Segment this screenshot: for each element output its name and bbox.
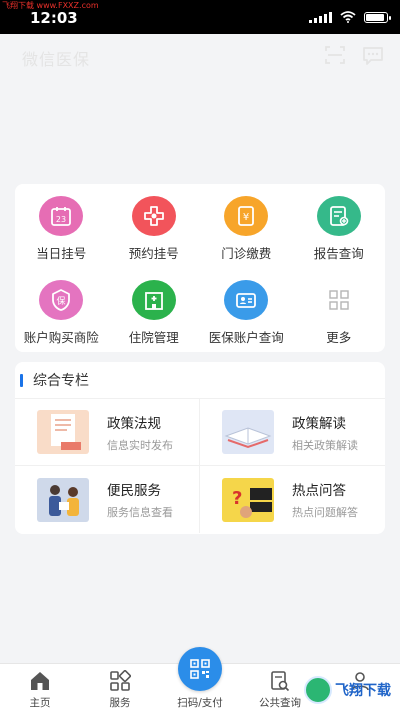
service-label: 报告查询	[313, 246, 364, 261]
column-item-subtitle: 服务信息查看	[107, 506, 173, 519]
accent-bar	[20, 373, 23, 387]
service-outpatient-payment[interactable]: ¥ 门诊缴费	[200, 184, 293, 268]
service-label: 医保账户查询	[208, 330, 284, 345]
column-text: 政策法规 信息实时发布	[107, 412, 173, 453]
column-item-subtitle: 信息实时发布	[107, 438, 173, 452]
column-item-title: 政策法规	[107, 415, 161, 432]
service-grid: 23 当日挂号 预约挂号 ¥ 门诊缴费 报告查询 保 账户购买商险 住院管理 医…	[15, 184, 385, 352]
column-card: 综合专栏 政策法规 信息实时发布 政策解读 相关政策解读 便民服务 服务信息查看…	[15, 362, 385, 534]
tab-label: 扫码/支付	[177, 697, 223, 709]
service-card: 23 当日挂号 预约挂号 ¥ 门诊缴费 报告查询 保 账户购买商险 住院管理 医…	[15, 184, 385, 352]
insurance-shield-icon: 保	[39, 280, 84, 320]
header-actions	[324, 44, 384, 66]
column-item-title: 热点问答	[292, 483, 346, 499]
qrcode-icon	[190, 659, 210, 679]
report-icon	[316, 196, 361, 236]
tab-home[interactable]: 主页	[0, 664, 80, 711]
service-label: 更多	[326, 330, 352, 345]
scan-pay-button[interactable]	[178, 647, 222, 691]
service-appointment[interactable]: 预约挂号	[108, 184, 201, 268]
column-item-title: 政策解读	[292, 415, 346, 432]
service-label: 住院管理	[128, 330, 179, 345]
service-account-query[interactable]: 医保账户查询	[200, 268, 293, 352]
service-people-image	[37, 477, 89, 522]
svg-text:保: 保	[57, 295, 66, 307]
battery-icon	[364, 11, 391, 23]
tab-label: 公共查询	[259, 697, 301, 709]
column-header: 综合专栏	[15, 362, 385, 398]
policy-document-image	[37, 410, 89, 454]
column-item-title: 便民服务	[107, 483, 161, 499]
column-item-hot-qa[interactable]: ? 热点问答 热点问题解答	[200, 466, 385, 533]
svg-text:23: 23	[56, 215, 66, 224]
column-item-subtitle: 相关政策解读	[292, 438, 358, 452]
app-title: 微信医保	[22, 50, 91, 69]
search-doc-icon	[271, 671, 290, 692]
status-time: 12:03	[30, 9, 78, 27]
question-mark-image: ?	[222, 477, 274, 522]
service-label: 账户购买商险	[23, 330, 99, 345]
column-text: 便民服务 服务信息查看	[107, 479, 173, 520]
hospital-icon	[131, 280, 176, 320]
watermark-text: 飞翔下载 www.FXXZ.com	[2, 1, 99, 10]
service-label: 当日挂号	[36, 246, 87, 261]
column-text: 热点问答 热点问题解答	[292, 479, 358, 520]
service-inpatient-management[interactable]: 住院管理	[108, 268, 201, 352]
service-more[interactable]: 更多	[293, 268, 386, 352]
column-title: 综合专栏	[33, 373, 89, 389]
service-same-day-registration[interactable]: 23 当日挂号	[15, 184, 108, 268]
app-header: 微信医保	[0, 34, 400, 184]
column-item-interpretation[interactable]: 政策解读 相关政策解读	[200, 399, 385, 466]
column-item-subtitle: 热点问题解答	[292, 506, 358, 519]
tab-label: 主页	[29, 697, 51, 709]
column-item-policy[interactable]: 政策法规 信息实时发布	[15, 399, 200, 466]
service-label: 预约挂号	[128, 246, 179, 261]
signal-icon	[309, 11, 332, 23]
svg-text:¥: ¥	[243, 212, 249, 223]
column-grid: 政策法规 信息实时发布 政策解读 相关政策解读 便民服务 服务信息查看 ? 热点…	[15, 398, 385, 533]
status-icons	[309, 11, 391, 23]
watermark-logo-text: 飞翔下载	[335, 683, 391, 699]
column-text: 政策解读 相关政策解读	[292, 412, 358, 453]
tab-services[interactable]: 服务	[80, 664, 160, 711]
calendar-icon: 23	[39, 196, 84, 236]
medical-cross-icon	[131, 196, 176, 236]
wifi-icon	[340, 11, 356, 23]
scan-icon[interactable]	[324, 44, 346, 66]
service-label: 门诊缴费	[221, 246, 272, 261]
open-book-image	[222, 410, 274, 454]
more-grid-icon	[317, 280, 361, 320]
watermark-logo: 飞翔下载	[304, 672, 396, 708]
home-icon	[31, 672, 49, 690]
column-item-convenience[interactable]: 便民服务 服务信息查看	[15, 466, 200, 533]
watermark-circle-icon	[304, 676, 332, 704]
id-card-icon	[224, 280, 269, 320]
bill-icon: ¥	[224, 196, 269, 236]
svg-text:?: ?	[232, 488, 242, 509]
message-icon[interactable]	[362, 44, 384, 66]
services-icon	[110, 670, 131, 691]
service-report-query[interactable]: 报告查询	[293, 184, 386, 268]
service-buy-insurance[interactable]: 保 账户购买商险	[15, 268, 108, 352]
tab-label: 服务	[109, 697, 131, 709]
